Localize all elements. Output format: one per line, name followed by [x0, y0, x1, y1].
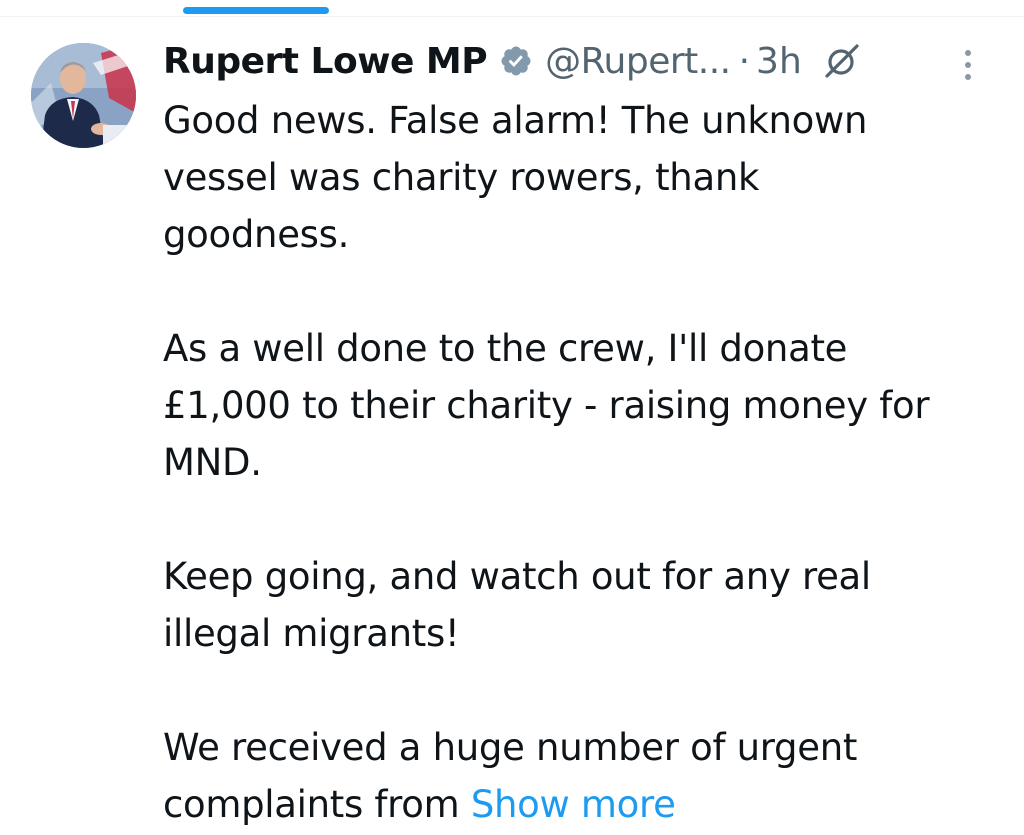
tweet-line: MND.: [163, 441, 262, 484]
tweet-line: vessel was charity rowers, thank: [163, 156, 760, 199]
top-divider: [0, 16, 1024, 17]
tweet-line: We received a huge number of urgent: [163, 726, 858, 769]
tweet-text: Good news. False alarm! The unknown vess…: [163, 92, 993, 833]
show-more-link[interactable]: Show more: [471, 783, 676, 826]
tweet-header: Rupert Lowe MP @Rupert... · 3h: [163, 38, 993, 84]
verified-badge-icon[interactable]: [499, 44, 533, 78]
author-name[interactable]: Rupert Lowe MP: [163, 41, 488, 82]
tab-indicator: [183, 7, 329, 14]
tweet-line: £1,000 to their charity - raising money …: [163, 384, 930, 427]
avatar[interactable]: [31, 43, 136, 148]
tweet-line: illegal migrants!: [163, 612, 460, 655]
author-handle[interactable]: @Rupert...: [545, 41, 731, 82]
tweet-line: goodness.: [163, 213, 350, 256]
tweet-line: Good news. False alarm! The unknown: [163, 99, 868, 142]
avatar-photo: [31, 43, 136, 148]
tweet-line: complaints from: [163, 783, 460, 826]
grok-icon[interactable]: [824, 43, 860, 79]
tweet-line: As a well done to the crew, I'll donate: [163, 327, 848, 370]
tweet-last-line: complaints from Show more: [163, 776, 993, 833]
more-options-icon[interactable]: [958, 48, 978, 82]
separator-dot: ·: [738, 40, 751, 82]
timestamp[interactable]: 3h: [756, 41, 802, 82]
tweet-line: Keep going, and watch out for any real: [163, 555, 871, 598]
